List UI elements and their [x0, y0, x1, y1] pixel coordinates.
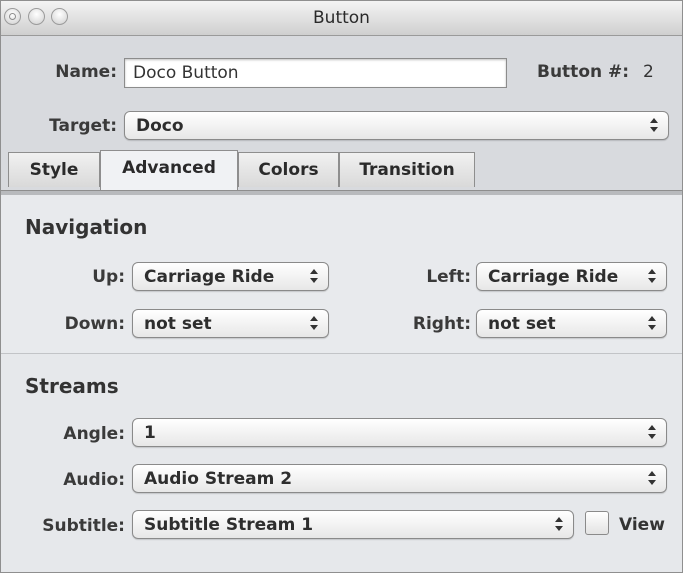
audio-label: Audio: — [63, 470, 125, 490]
view-checkbox[interactable] — [585, 511, 609, 535]
angle-label: Angle: — [63, 424, 125, 444]
target-popup[interactable]: Doco — [124, 111, 669, 140]
button-inspector-window: Button Name: Doco Button Button #: 2 Tar… — [0, 0, 683, 573]
streams-section: Streams Angle: 1 Audio: Audio Stream 2 S… — [1, 354, 682, 572]
audio-popup[interactable]: Audio Stream 2 — [132, 464, 667, 493]
tab-advanced[interactable]: Advanced — [100, 150, 238, 190]
down-popup[interactable]: not set — [132, 309, 329, 338]
view-label: View — [619, 515, 665, 535]
button-number-label: Button #: — [537, 62, 630, 82]
up-popup[interactable]: Carriage Ride — [132, 262, 329, 291]
popup-arrows-icon — [649, 114, 659, 136]
tab-colors[interactable]: Colors — [238, 152, 339, 187]
tab-transition[interactable]: Transition — [339, 152, 475, 187]
popup-arrows-icon — [554, 513, 564, 535]
navigation-title: Navigation — [25, 215, 148, 239]
up-popup-value: Carriage Ride — [144, 267, 275, 287]
name-field[interactable]: Doco Button — [124, 58, 507, 88]
down-popup-value: not set — [144, 314, 212, 334]
streams-title: Streams — [25, 374, 119, 398]
popup-arrows-icon — [647, 421, 657, 443]
angle-popup-value: 1 — [144, 423, 156, 443]
left-popup[interactable]: Carriage Ride — [476, 262, 667, 291]
left-label: Left: — [426, 267, 471, 287]
subtitle-popup[interactable]: Subtitle Stream 1 — [132, 510, 574, 539]
tab-style[interactable]: Style — [8, 152, 100, 187]
name-label: Name: — [55, 62, 117, 82]
down-label: Down: — [64, 314, 125, 334]
navigation-section: Navigation Up: Carriage Ride Left: Carri… — [1, 195, 682, 354]
popup-arrows-icon — [309, 312, 319, 334]
right-popup[interactable]: not set — [476, 309, 667, 338]
button-number-value: 2 — [643, 62, 654, 82]
audio-popup-value: Audio Stream 2 — [144, 469, 293, 489]
window-title: Button — [313, 8, 370, 28]
target-label: Target: — [49, 116, 117, 136]
right-popup-value: not set — [488, 314, 556, 334]
angle-popup[interactable]: 1 — [132, 418, 667, 447]
target-popup-value: Doco — [136, 116, 184, 136]
popup-arrows-icon — [647, 312, 657, 334]
up-label: Up: — [92, 267, 125, 287]
right-label: Right: — [412, 314, 471, 334]
popup-arrows-icon — [647, 265, 657, 287]
title-bar[interactable]: Button — [1, 1, 682, 36]
popup-arrows-icon — [309, 265, 319, 287]
subtitle-popup-value: Subtitle Stream 1 — [144, 515, 314, 535]
left-popup-value: Carriage Ride — [488, 267, 619, 287]
subtitle-label: Subtitle: — [42, 516, 125, 536]
popup-arrows-icon — [647, 467, 657, 489]
